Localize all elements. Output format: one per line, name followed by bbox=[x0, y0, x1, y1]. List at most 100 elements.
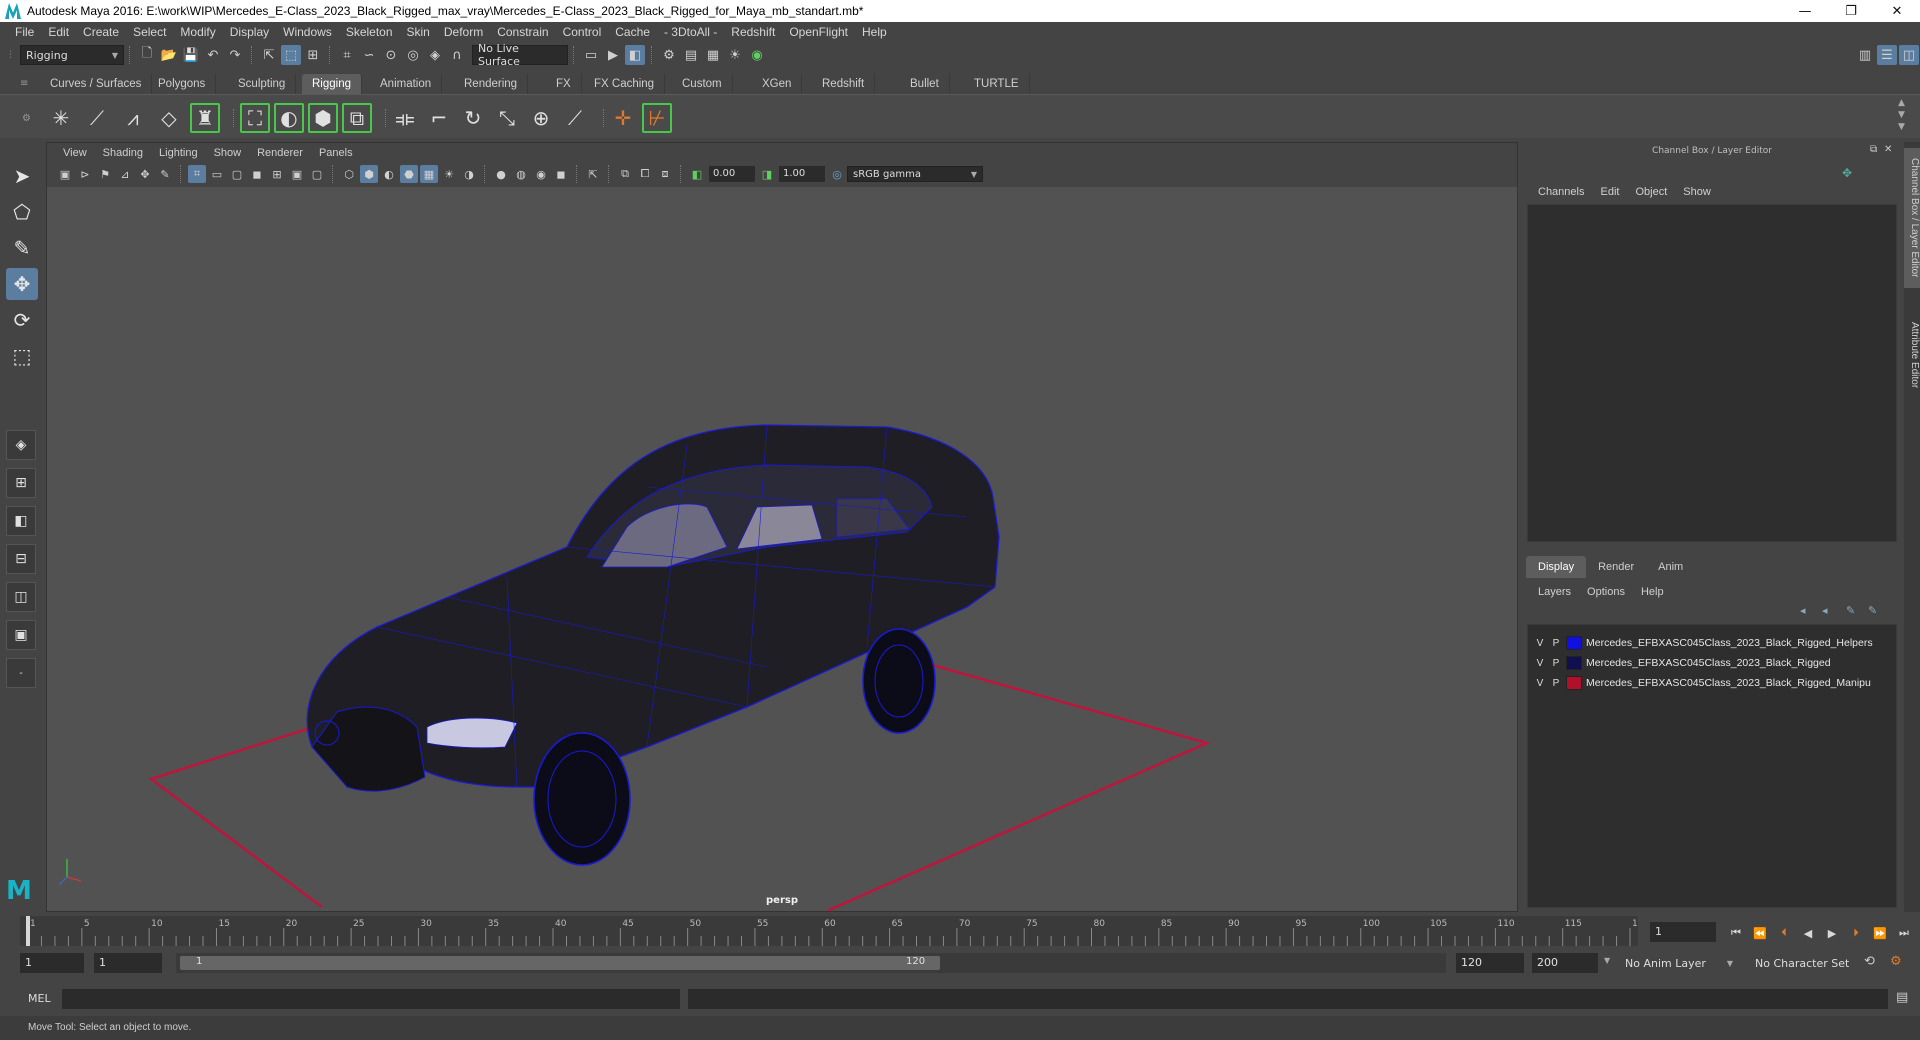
grid-icon[interactable]: ⌗ bbox=[188, 165, 206, 183]
layer-row[interactable]: V P Mercedes_EFBXASC045Class_2023_Black_Ri… bbox=[1528, 653, 1896, 673]
shelf-tab-curves-surfaces[interactable]: Curves / Surfaces bbox=[40, 74, 153, 94]
shelf-tab-redshift[interactable]: Redshift bbox=[812, 74, 876, 94]
tab-display[interactable]: Display bbox=[1526, 556, 1587, 578]
tab-attribute-editor[interactable]: Attribute Editor bbox=[1904, 310, 1920, 400]
isolate-select-icon[interactable]: ⇱ bbox=[584, 165, 602, 183]
channel-menu-channels[interactable]: Channels bbox=[1530, 186, 1592, 198]
pole-vector-icon[interactable]: ⟋ bbox=[560, 103, 590, 133]
channel-list[interactable] bbox=[1527, 204, 1897, 542]
menu-deform[interactable]: Deform bbox=[437, 25, 490, 39]
hypershade-layout-icon[interactable]: ◫ bbox=[6, 582, 36, 612]
tab-anim[interactable]: Anim bbox=[1646, 556, 1695, 578]
playback-start-field[interactable]: 1 bbox=[94, 953, 162, 973]
render-view-icon[interactable]: ▦ bbox=[703, 45, 723, 65]
layer-playback-toggle[interactable]: P bbox=[1550, 678, 1562, 689]
field-chart-icon[interactable]: ⊞ bbox=[268, 165, 286, 183]
menu-file[interactable]: File bbox=[8, 25, 41, 39]
play-forwards-icon[interactable]: ▶ bbox=[1822, 924, 1842, 942]
anti-aliasing-icon[interactable]: ◉ bbox=[532, 165, 550, 183]
scale-constraint-icon[interactable]: ⤡ bbox=[492, 103, 522, 133]
bind-skin-icon[interactable]: ⛶ bbox=[240, 103, 270, 133]
character-set-dropdown[interactable]: No Character Set bbox=[1750, 953, 1872, 973]
snap-point-icon[interactable]: ⊙ bbox=[381, 45, 401, 65]
color-space-dropdown[interactable]: sRGB gamma ▼ bbox=[847, 166, 983, 182]
step-forward-key-icon[interactable]: ⏵ bbox=[1846, 924, 1866, 942]
menu-constrain[interactable]: Constrain bbox=[490, 25, 555, 39]
step-back-key-icon[interactable]: ⏴ bbox=[1774, 924, 1794, 942]
textured-icon[interactable]: ▦ bbox=[420, 165, 438, 183]
new-layer-selected-icon[interactable]: ✎ bbox=[1868, 604, 1877, 617]
layer-color-swatch[interactable] bbox=[1566, 676, 1582, 690]
menu-openflight[interactable]: OpenFlight bbox=[782, 25, 855, 39]
render-frame-icon[interactable]: ▶ bbox=[603, 45, 623, 65]
safe-action-icon[interactable]: ▣ bbox=[288, 165, 306, 183]
live-surface-field[interactable]: No Live Surface bbox=[472, 42, 568, 68]
dof-icon[interactable]: ◼ bbox=[552, 165, 570, 183]
parent-constraint-icon[interactable]: ⟚ bbox=[390, 103, 420, 133]
exposure-field[interactable]: 0.00 bbox=[709, 166, 755, 182]
step-back-frame-icon[interactable]: ⏪ bbox=[1750, 924, 1770, 942]
gate-mask-icon[interactable]: ◼ bbox=[248, 165, 266, 183]
joint-tool-icon[interactable]: ✳ bbox=[46, 103, 76, 133]
node-editor-layout-icon[interactable]: ▣ bbox=[6, 620, 36, 650]
cluster-icon[interactable]: ⧉ bbox=[342, 103, 372, 133]
lighting-icon[interactable]: ☀ bbox=[725, 45, 745, 65]
wireframe-on-shaded-icon[interactable]: ⬣ bbox=[400, 165, 418, 183]
select-hierarchy-icon[interactable]: ⇱ bbox=[259, 45, 279, 65]
paint-weights-icon[interactable]: ◐ bbox=[274, 103, 304, 133]
viewport-menu-lighting[interactable]: Lighting bbox=[151, 147, 206, 159]
channel-box-toggle-icon[interactable]: ◫ bbox=[1899, 45, 1919, 65]
animation-end-field[interactable]: 200 bbox=[1532, 953, 1598, 973]
ipr-render-icon[interactable]: ◧ bbox=[625, 45, 645, 65]
move-tool-icon[interactable]: ✥ bbox=[6, 268, 38, 300]
animation-start-field[interactable]: 1 bbox=[20, 953, 84, 973]
select-component-icon[interactable]: ⊞ bbox=[303, 45, 323, 65]
locator-icon[interactable]: ✛ bbox=[608, 103, 638, 133]
preferences-icon[interactable]: ⚙ bbox=[1890, 954, 1902, 969]
move-layer-up-icon[interactable]: ◂ bbox=[1800, 604, 1806, 617]
menu-display[interactable]: Display bbox=[223, 25, 276, 39]
mirror-joint-icon[interactable]: ◇ bbox=[154, 103, 184, 133]
smooth-shade-icon[interactable]: ⬢ bbox=[360, 165, 378, 183]
layer-color-swatch[interactable] bbox=[1566, 656, 1582, 670]
camera-sequencer-icon[interactable]: ◉ bbox=[747, 45, 767, 65]
viewport-menu-view[interactable]: View bbox=[55, 147, 95, 159]
command-language-label[interactable]: MEL bbox=[28, 992, 51, 1005]
shelf-tab-bullet[interactable]: Bullet bbox=[900, 74, 950, 94]
persp-outliner-icon[interactable]: ◧ bbox=[6, 506, 36, 536]
select-object-icon[interactable]: ⬚ bbox=[281, 45, 301, 65]
close-button[interactable]: ✕ bbox=[1874, 0, 1920, 22]
layer-menu-layers[interactable]: Layers bbox=[1530, 586, 1579, 598]
snap-view-icon[interactable]: ◎ bbox=[403, 45, 423, 65]
script-editor-icon[interactable]: ▤ bbox=[1896, 990, 1908, 1005]
time-slider-track[interactable]: 1 5 10 15 20 25 30 35 40 45 50 55 60 65 70 75 80 85 90 95 10… bbox=[20, 916, 1649, 946]
camera-select-icon[interactable]: ▣ bbox=[56, 165, 74, 183]
lasso-tool-icon[interactable]: ⬠ bbox=[6, 196, 38, 228]
snap-curve-icon[interactable]: ∽ bbox=[359, 45, 379, 65]
xray-joints-icon[interactable]: ⧈ bbox=[656, 165, 674, 183]
new-scene-icon[interactable]: 🗋 bbox=[137, 45, 157, 65]
menu-help[interactable]: Help bbox=[855, 25, 894, 39]
shelf-tab-animation[interactable]: Animation bbox=[370, 74, 443, 94]
shelf-tab-rigging[interactable]: Rigging bbox=[302, 74, 362, 94]
layer-playback-toggle[interactable]: P bbox=[1550, 658, 1562, 669]
play-backwards-icon[interactable]: ◀ bbox=[1798, 924, 1818, 942]
shelf-tab-rendering[interactable]: Rendering bbox=[454, 74, 529, 94]
film-gate-icon[interactable]: ▭ bbox=[208, 165, 226, 183]
render-region-icon[interactable]: ▭ bbox=[581, 45, 601, 65]
color-management-icon[interactable]: ◎ bbox=[828, 165, 846, 183]
grease-pencil-icon[interactable]: ✎ bbox=[156, 165, 174, 183]
layer-visibility-toggle[interactable]: V bbox=[1534, 658, 1546, 669]
2d-pan-icon[interactable]: ✥ bbox=[136, 165, 154, 183]
shelf-scroll-icon[interactable]: ▲ ▼ ▼ bbox=[1898, 97, 1905, 133]
shadows-icon[interactable]: ◑ bbox=[460, 165, 478, 183]
shelf-tab-polygons[interactable]: Polygons bbox=[148, 74, 217, 94]
close-panel-icon[interactable]: ✕ bbox=[1884, 144, 1892, 155]
command-input[interactable] bbox=[62, 989, 680, 1009]
shelf-tab-custom[interactable]: Custom bbox=[672, 74, 733, 94]
paint-select-icon[interactable]: ✎ bbox=[6, 232, 38, 264]
exposure-icon[interactable]: ◧ bbox=[688, 165, 706, 183]
single-perspective-icon[interactable]: ◈ bbox=[6, 430, 36, 460]
menu-cache[interactable]: Cache bbox=[608, 25, 657, 39]
screen-space-ao-icon[interactable]: ● bbox=[492, 165, 510, 183]
